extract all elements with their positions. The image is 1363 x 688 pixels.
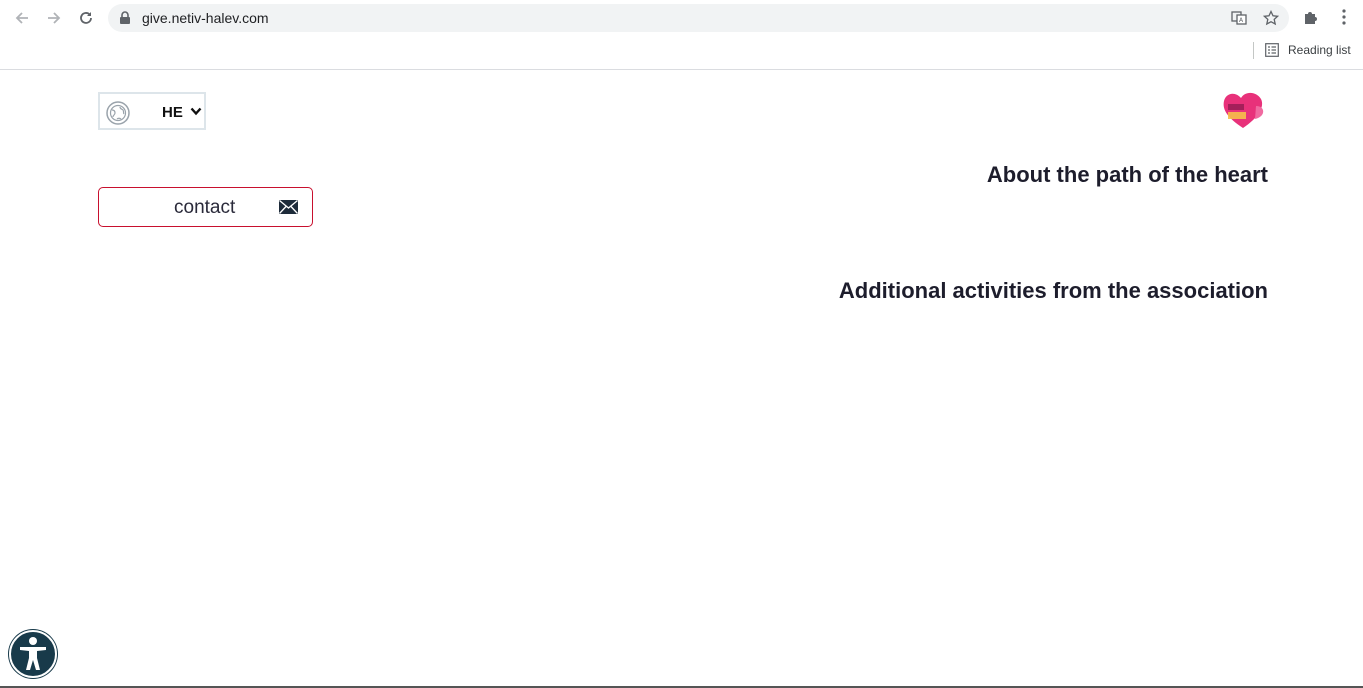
globe-icon — [106, 101, 130, 125]
browser-toolbar: give.netiv-halev.com A — [0, 0, 1363, 36]
language-selector[interactable]: HE — [98, 92, 206, 130]
back-arrow-icon — [15, 12, 28, 24]
reload-icon — [80, 12, 92, 24]
reading-list-icon — [1265, 43, 1279, 57]
reading-list-label: Reading list — [1288, 43, 1351, 57]
contact-label: contact — [174, 197, 236, 218]
lock-icon — [120, 11, 130, 24]
language-code: HE — [162, 104, 183, 121]
url-text: give.netiv-halev.com — [142, 10, 269, 26]
back-button[interactable] — [10, 6, 34, 30]
about-heading: About the path of the heart — [986, 162, 1268, 187]
reading-list-button[interactable]: Reading list — [1265, 43, 1351, 57]
activities-heading: Additional activities from the associati… — [838, 278, 1268, 303]
address-bar[interactable]: give.netiv-halev.com A — [108, 4, 1289, 32]
chevron-down-icon — [190, 107, 202, 116]
kebab-menu-icon[interactable] — [1337, 8, 1351, 26]
netiv-halev-logo[interactable] — [1220, 90, 1266, 130]
accessibility-person-icon — [20, 637, 46, 670]
translate-icon[interactable]: A — [1231, 10, 1247, 26]
envelope-icon — [279, 200, 298, 214]
contact-button[interactable]: contact — [98, 187, 313, 227]
forward-arrow-icon — [48, 12, 61, 24]
forward-button[interactable] — [42, 6, 66, 30]
reload-button[interactable] — [74, 6, 98, 30]
bookmarks-separator — [1253, 42, 1254, 59]
bookmark-star-icon[interactable] — [1263, 10, 1279, 26]
extensions-puzzle-icon[interactable] — [1302, 8, 1320, 26]
bookmarks-bar: Reading list — [0, 36, 1363, 70]
accessibility-button[interactable] — [9, 630, 57, 678]
